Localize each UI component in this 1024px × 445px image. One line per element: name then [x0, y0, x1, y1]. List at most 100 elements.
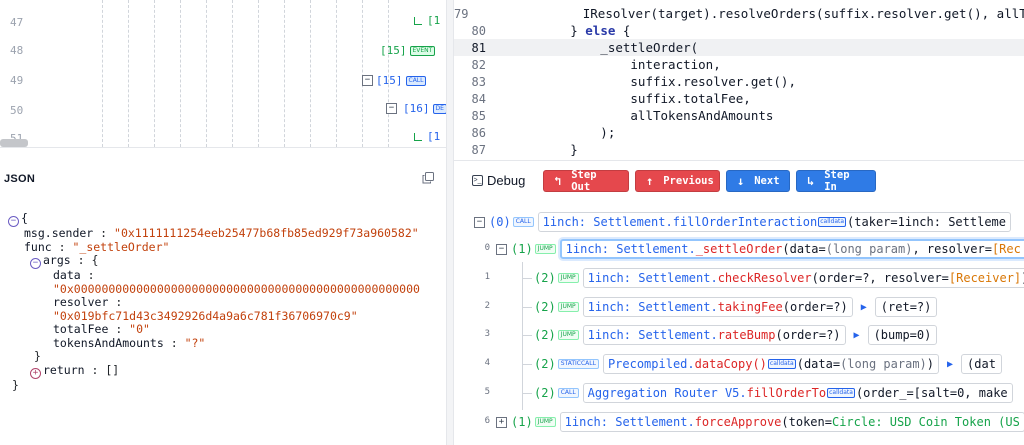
call-box-selected[interactable]: 1inch: Settlement. _settleOrder (data= (lon…	[559, 239, 1024, 259]
previous-button[interactable]: ↑ Previous	[635, 170, 720, 192]
code-line-active: 81 _settleOrder(	[454, 39, 1024, 56]
code-line: 85 allTokensAndAmounts	[471, 108, 774, 123]
branch-icon	[414, 132, 422, 141]
call-box[interactable]: Precompiled. dataCopy() calldata (data= (lon…	[602, 354, 940, 374]
terminal-icon: >_	[472, 175, 483, 186]
call-badge: CALL	[405, 75, 427, 86]
code-line: 86 );	[471, 125, 616, 140]
calldata-badge: calldata	[818, 217, 847, 227]
tree-connector	[522, 262, 523, 410]
trace-node[interactable]: − [15] CALL	[362, 74, 427, 87]
json-row: totalFee : "0"	[53, 322, 150, 336]
call-tree: − (0) CALL 1inch: Settlement. fillOrderIn…	[454, 205, 1024, 445]
row-index: 5	[484, 387, 490, 397]
line-number: 50	[10, 104, 24, 117]
next-button[interactable]: ↓ Next	[726, 170, 790, 192]
call-box[interactable]: 1inch: Settlement. rateBump (order=?)	[582, 325, 846, 345]
jump-badge: JUMP	[534, 417, 556, 427]
call-badge: CALL	[512, 217, 534, 227]
code-line: 79 IResolver(target).resolveOrders(suffi…	[454, 6, 1024, 21]
indent-guide	[154, 0, 155, 147]
call-row[interactable]: (2) STATICCALL Precompiled. dataCopy() cal…	[534, 352, 1002, 376]
indent-guide	[232, 0, 233, 147]
expand-toggle-icon[interactable]: +	[30, 367, 41, 379]
call-box[interactable]: 1inch: Settlement. takingFee (order=?)	[582, 297, 853, 317]
json-row: resolver :	[53, 295, 123, 309]
call-badge: CALL	[557, 388, 579, 398]
collapse-icon[interactable]: −	[386, 103, 397, 114]
tree-connector	[522, 335, 532, 336]
indent-guide	[310, 0, 311, 147]
panel-splitter[interactable]	[446, 0, 454, 445]
tree-connector	[522, 393, 532, 394]
call-box[interactable]: Aggregation Router V5. fillOrderTo calldat…	[582, 383, 1013, 403]
call-row[interactable]: (2) JUMP 1inch: Settlement. checkResolver…	[534, 266, 1024, 290]
indent-guide	[102, 0, 103, 147]
code-line: 82 interaction,	[471, 57, 721, 72]
collapse-icon[interactable]: −	[474, 216, 485, 228]
trace-node[interactable]: [15] EVENT	[380, 44, 436, 57]
collapse-icon[interactable]: −	[496, 243, 507, 255]
play-icon: ▶	[860, 301, 867, 313]
row-index: 0	[484, 243, 490, 253]
json-row: + return : []	[8, 363, 420, 379]
row-index: 3	[484, 329, 490, 339]
call-row-root[interactable]: − (0) CALL 1inch: Settlement. fillOrderIn…	[474, 210, 1011, 234]
code-line: 84 suffix.totalFee,	[471, 91, 751, 106]
json-panel-title: JSON	[4, 173, 36, 185]
call-row[interactable]: + (1) JUMP 1inch: Settlement. forceApprov…	[496, 410, 1024, 434]
collapse-toggle-icon[interactable]: −	[8, 216, 19, 227]
jump-badge: JUMP	[557, 273, 579, 283]
return-box[interactable]: (bump=0)	[867, 325, 938, 345]
json-panel: JSON −{ msg.sender : "0x1111111254eeb254…	[0, 160, 446, 445]
tree-connector	[522, 364, 532, 365]
collapse-icon[interactable]: −	[362, 75, 373, 86]
row-index: 2	[484, 301, 490, 311]
code-line: 83 suffix.resolver.get(),	[471, 74, 796, 89]
arrow-up-icon: ↑	[646, 174, 654, 188]
indent-guide	[180, 0, 181, 147]
tree-connector	[522, 278, 532, 279]
jump-badge: JUMP	[534, 244, 556, 254]
trace-panel: 47 48 49 50 51 [1 [15] EVENT − [15] CALL…	[0, 0, 446, 148]
trace-node[interactable]: − [16] DE	[386, 102, 446, 115]
return-box[interactable]: (ret=?)	[874, 297, 938, 317]
debug-title: >_ Debug	[472, 173, 526, 188]
json-tree: −{ msg.sender : "0x1111111254eeb25477b68…	[8, 211, 420, 392]
json-row: func : "_settleOrder"	[24, 239, 170, 254]
step-out-icon: ↰	[554, 174, 562, 188]
json-row: "0x0000000000000000000000000000000000000…	[53, 281, 420, 296]
event-badge: EVENT	[409, 45, 436, 56]
tree-connector	[522, 307, 532, 308]
step-in-icon: ↳	[807, 174, 815, 188]
horizontal-scrollbar[interactable]	[0, 139, 28, 147]
step-in-button[interactable]: ↳ Step In	[796, 169, 876, 193]
call-row[interactable]: (2) JUMP 1inch: Settlement. takingFee (ord…	[534, 295, 938, 319]
indent-guide	[336, 0, 337, 147]
call-badge: DE	[432, 103, 446, 114]
line-number: 49	[10, 74, 24, 87]
call-row[interactable]: (2) CALL Aggregation Router V5. fillOrder…	[534, 381, 1013, 405]
calldata-badge: calldata	[767, 359, 796, 369]
arrow-down-icon: ↓	[737, 174, 745, 188]
collapse-toggle-icon[interactable]: −	[30, 258, 41, 269]
expand-icon[interactable]: +	[496, 416, 507, 428]
call-row[interactable]: (2) JUMP 1inch: Settlement. rateBump (orde…	[534, 323, 938, 347]
calldata-badge: calldata	[827, 388, 855, 398]
row-index: 4	[484, 358, 490, 368]
indent-guide	[128, 0, 129, 147]
copy-icon[interactable]	[422, 172, 434, 184]
line-number: 47	[10, 16, 24, 29]
call-row[interactable]: − (1) JUMP 1inch: Settlement. _settleOrde…	[496, 237, 1024, 261]
step-out-button[interactable]: ↰ Step Out	[543, 169, 629, 193]
call-box[interactable]: 1inch: Settlement. checkResolver (order=?,…	[582, 268, 1024, 288]
jump-badge: JUMP	[557, 330, 579, 340]
jump-badge: JUMP	[557, 302, 579, 312]
return-box[interactable]: (dat	[961, 354, 1002, 374]
staticcall-badge: STATICCALL	[557, 359, 599, 369]
call-box[interactable]: 1inch: Settlement. forceApprove (token= Cir…	[559, 412, 1024, 432]
play-icon: ▶	[853, 329, 860, 341]
trace-node[interactable]: [1	[414, 14, 440, 27]
trace-node[interactable]: [1	[414, 130, 440, 143]
call-box[interactable]: 1inch: Settlement. fillOrderInteraction ca…	[537, 212, 1011, 232]
